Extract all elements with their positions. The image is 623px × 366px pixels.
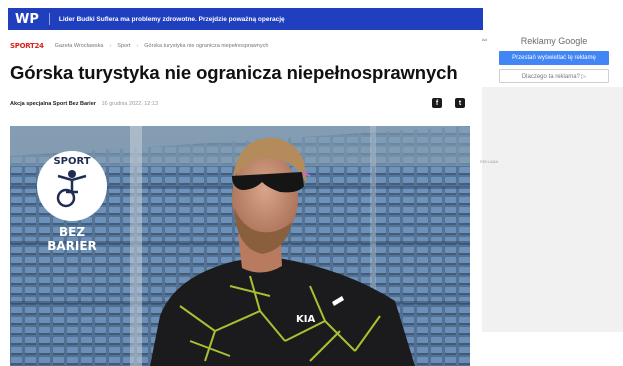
divider [48,13,50,25]
twitter-share-icon[interactable]: t [455,98,465,108]
top-banner[interactable]: WP Lider Budki Suflera ma problemy zdrow… [8,8,483,30]
logo-bez-text: BEZ [59,225,85,239]
google-ads-title: Reklamy Google [520,36,588,46]
banner-headline-link[interactable]: Lider Budki Suflera ma problemy zdrowotn… [59,16,285,23]
article-meta: Akcja specjalna Sport Bez Barier 16 grud… [10,101,158,107]
twitter-glyph: t [458,99,462,107]
ad-placeholder [482,87,623,332]
reklama-label: REKLAMA [480,160,499,164]
breadcrumb-item-article: Górska turystyka nie ogranicza niepełnos… [144,43,269,49]
sport24-logo[interactable]: SPORT24 [10,42,44,50]
breadcrumb-separator: › [136,43,139,49]
breadcrumb-item-sport[interactable]: Sport [117,43,130,49]
article-author[interactable]: Akcja specjalna Sport Bez Barier [10,101,96,107]
breadcrumb-item-gazeta[interactable]: Gazeta Wrocławska [55,43,104,49]
article-date: 16 grudnia 2022, 12:13 [101,101,159,107]
logo-sport-text: SPORT [53,156,90,167]
athlete-photo: KIA SPORT BEZ BARIER [10,126,470,366]
ad-tag: Ad [482,37,487,42]
breadcrumb: SPORT24 Gazeta Wrocławska › Sport › Górs… [10,42,270,50]
why-this-ad-button[interactable]: Dlaczego ta reklama? ▷ [499,69,609,83]
shirt-brand-text: KIA [296,314,315,325]
article-title: Górska turystyka nie ogranicza niepełnos… [10,62,458,83]
breadcrumb-separator: › [109,43,112,49]
stop-ad-button[interactable]: Przestań wyświetlać tę reklamę [499,51,609,65]
wp-logo[interactable]: WP [15,12,39,27]
facebook-glyph: f [435,99,439,107]
hero-image: KIA SPORT BEZ BARIER [10,126,470,366]
logo-barier-text: BARIER [47,239,97,253]
facebook-share-icon[interactable]: f [432,98,442,108]
